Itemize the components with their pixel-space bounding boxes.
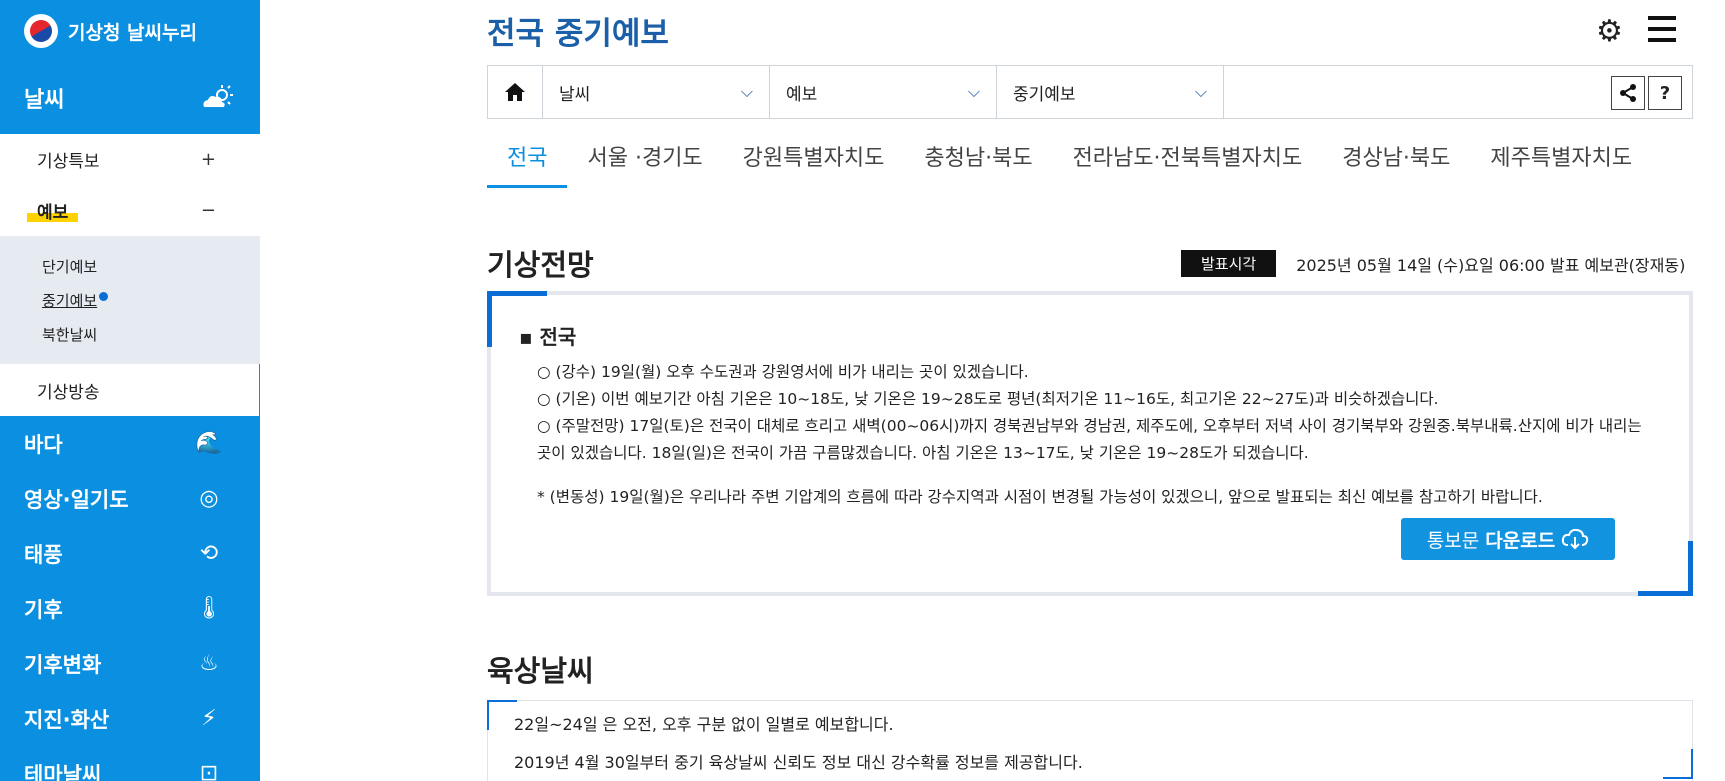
sidebar-item-north-korea[interactable]: 북한날씨 [42,318,260,352]
tab-gangwon[interactable]: 강원특별자치도 [723,140,905,188]
kma-logo-icon [24,14,58,48]
sidebar-item-earthquake[interactable]: 지진·화산 ⚡ [0,691,260,746]
forecast-region-heading: 전국 [519,321,577,350]
cloud-download-icon [1562,528,1589,550]
forecast-section-title: 기상전망 [487,248,594,282]
forecast-lines: ○ (강수) 19일(월) 오후 수도권과 강원영서에 비가 내리는 곳이 있겠… [537,359,1657,467]
brand-name: 기상청 날씨누리 [68,21,197,44]
share-button[interactable] [1611,76,1645,110]
forecast-line-precip: ○ (강수) 19일(월) 오후 수도권과 강원영서에 비가 내리는 곳이 있겠… [537,363,1029,381]
land-notice-line1: 22일~24일 은 오전, 오후 구분 없이 일별로 예보합니다. [514,715,894,734]
announce-info: 발표시각 2025년 05월 14일 (수)요일 06:00 발표 예보관(장재… [1181,250,1685,277]
help-button[interactable]: ? [1648,76,1682,110]
forecast-line-weekend: ○ (주말전망) 17일(토)은 전국이 대체로 흐리고 새벽(00~06시)까… [537,417,1642,462]
sun-cloud-icon [203,85,233,107]
chevron-down-icon: ⌵ [1194,82,1207,101]
tab-jeju[interactable]: 제주특별자치도 [1470,140,1652,188]
brand[interactable]: 기상청 날씨누리 [0,0,260,62]
tab-jeolla[interactable]: 전라남도·전북특별자치도 [1053,140,1323,188]
chevron-down-icon: ⌵ [967,82,980,101]
current-dot-icon [99,292,108,301]
sidebar-item-forecast[interactable]: 예보 − [0,185,260,236]
target-icon: ◎ [199,486,219,511]
forecast-note: * (변동성) 19일(월)은 우리나라 주변 기압계의 흐름에 따라 강수지역… [537,488,1543,506]
home-icon[interactable] [488,66,543,118]
sidebar-item-mid-term[interactable]: 중기예보 [42,284,260,318]
globe-thermometer-icon: 🌡 [195,596,223,621]
chevron-down-icon: ⌵ [740,82,753,101]
sidebar-item-short-term[interactable]: 단기예보 [42,250,260,284]
breadcrumb-select-weather[interactable]: 날씨 ⌵ [543,66,770,118]
sidebar-item-weather[interactable]: 날씨 [0,62,260,134]
sidebar-section-title: 날씨 [24,88,65,113]
sidebar-item-typhoon[interactable]: 태풍 ⟲ [0,526,260,581]
announce-time: 2025년 05월 14일 (수)요일 06:00 발표 예보관(장재동) [1296,255,1686,275]
land-section-title: 육상날씨 [487,654,594,688]
typhoon-icon: ⟲ [199,541,219,566]
gear-icon[interactable]: ⚙ [1596,14,1623,49]
sidebar-item-climate[interactable]: 기후 🌡 [0,581,260,636]
sidebar-item-theme[interactable]: 테마날씨 ⊡ [0,746,260,781]
tab-chungcheong[interactable]: 충청남·북도 [904,140,1052,188]
sidebar-item-broadcast[interactable]: 기상방송 [0,364,260,416]
sidebar-item-climate-change[interactable]: 기후변화 ♨ [0,636,260,691]
hamburger-menu-icon[interactable] [1648,16,1676,42]
sidebar-item-sea[interactable]: 바다 🌊 [0,416,260,471]
sidebar-item-warning[interactable]: 기상특보 + [0,134,260,185]
share-icon [1620,84,1636,102]
breadcrumb-select-mid-term[interactable]: 중기예보 ⌵ [997,66,1224,118]
weather-submenu: 기상특보 + 예보 − 단기예보 중기예보 북한날씨 기상방송 [0,134,260,416]
expand-icon[interactable]: + [201,149,216,170]
breadcrumb: 날씨 ⌵ 예보 ⌵ 중기예보 ⌵ ? [487,65,1693,119]
tab-seoul-gyeonggi[interactable]: 서울 ·경기도 [567,140,722,188]
land-notice-box: 22일~24일 은 오전, 오후 구분 없이 일별로 예보합니다. 2019년 … [487,700,1693,781]
tab-nationwide[interactable]: 전국 [487,140,568,188]
briefcase-icon: ⊡ [199,761,219,781]
region-tabs: 전국 서울 ·경기도 강원특별자치도 충청남·북도 전라남도·전북특별자치도 경… [487,140,1652,188]
wave-icon: 🌊 [195,431,223,456]
collapse-icon[interactable]: − [201,200,216,221]
download-button[interactable]: 통보문 다운로드 [1401,518,1615,560]
sidebar-item-satellite[interactable]: 영상·일기도 ◎ [0,471,260,526]
forecast-line-temp: ○ (기온) 이번 예보기간 아침 기온은 10~18도, 낮 기온은 19~2… [537,390,1439,408]
breadcrumb-select-forecast[interactable]: 예보 ⌵ [770,66,997,118]
earthquake-icon: ⚡ [201,706,217,731]
tab-gyeongsang[interactable]: 경상남·북도 [1322,140,1470,188]
rising-water-icon: ♨ [199,651,219,676]
announce-tag: 발표시각 [1181,250,1277,277]
forecast-submenu: 단기예보 중기예보 북한날씨 [0,236,260,364]
forecast-box: 전국 ○ (강수) 19일(월) 오후 수도권과 강원영서에 비가 내리는 곳이… [487,291,1693,596]
page-title: 전국 중기예보 [487,16,669,52]
sidebar: 기상청 날씨누리 날씨 기상특보 + 예보 − 단기예보 중기예보 북한날씨 기… [0,0,260,781]
land-notice-line2: 2019년 4월 30일부터 중기 육상날씨 신뢰도 정보 대신 강수확률 정보… [514,753,1083,772]
